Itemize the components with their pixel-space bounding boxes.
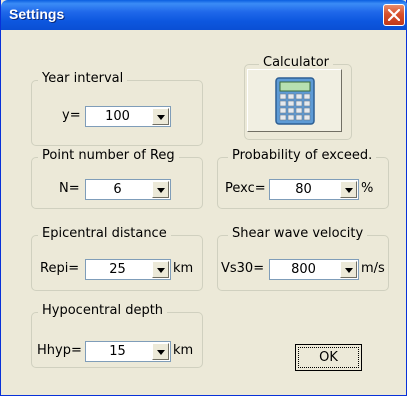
- epicentral-combo[interactable]: 25: [85, 259, 171, 280]
- year-interval-combo[interactable]: 100: [85, 106, 171, 127]
- hypocentral-label: Hypocentral depth: [38, 303, 168, 318]
- epicentral-label: Epicentral distance: [38, 226, 171, 241]
- hypocentral-field-label: Hhyp=: [37, 343, 82, 358]
- shear-wave-value: 800: [291, 262, 316, 277]
- calculator-button[interactable]: [247, 69, 342, 132]
- point-number-label: Point number of Reg: [38, 148, 179, 163]
- hypocentral-unit: km: [173, 343, 194, 358]
- calculator-icon: [275, 77, 315, 125]
- point-number-combo[interactable]: 6: [85, 179, 171, 200]
- epicentral-field-label: Repi=: [40, 261, 80, 276]
- year-interval-label: Year interval: [38, 71, 128, 86]
- year-field-label: y=: [62, 108, 81, 123]
- probability-unit: %: [361, 181, 374, 196]
- shear-wave-label: Shear wave velocity: [228, 226, 368, 241]
- window-title: Settings: [9, 6, 65, 22]
- title-bar[interactable]: Settings: [1, 0, 407, 30]
- calculator-label: Calculator: [259, 55, 334, 70]
- chevron-down-icon[interactable]: [152, 181, 169, 198]
- shear-wave-field-label: Vs30=: [221, 261, 265, 276]
- probability-combo[interactable]: 80: [269, 179, 359, 200]
- point-number-value: 6: [113, 182, 122, 197]
- hypocentral-combo[interactable]: 15: [85, 341, 171, 362]
- probability-field-label: Pexc=: [225, 181, 266, 196]
- epicentral-unit: km: [173, 261, 194, 276]
- point-number-field-label: N=: [59, 181, 80, 196]
- chevron-down-icon[interactable]: [340, 181, 357, 198]
- chevron-down-icon[interactable]: [340, 261, 357, 278]
- year-interval-value: 100: [105, 109, 130, 124]
- shear-wave-combo[interactable]: 800: [269, 259, 359, 280]
- shear-wave-unit: m/s: [361, 261, 385, 276]
- chevron-down-icon[interactable]: [152, 261, 169, 278]
- close-button[interactable]: [383, 4, 405, 26]
- close-icon: [388, 9, 400, 21]
- chevron-down-icon[interactable]: [152, 343, 169, 360]
- hypocentral-value: 15: [109, 344, 126, 359]
- probability-label: Probability of exceed.: [228, 148, 377, 163]
- chevron-down-icon[interactable]: [152, 108, 169, 125]
- ok-button-label: OK: [319, 350, 338, 365]
- settings-dialog: Settings Year interval y= 100 Calculator: [0, 0, 407, 396]
- ok-button[interactable]: OK: [295, 344, 362, 371]
- epicentral-value: 25: [109, 262, 126, 277]
- probability-value: 80: [295, 182, 312, 197]
